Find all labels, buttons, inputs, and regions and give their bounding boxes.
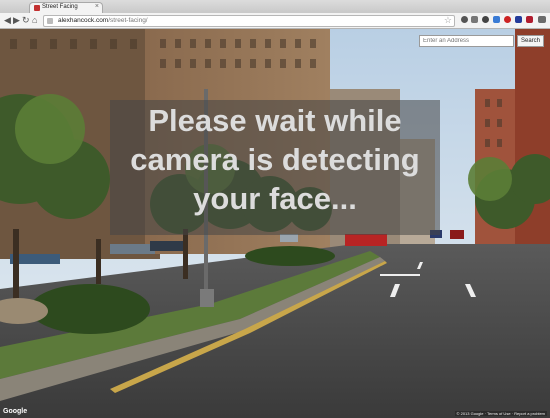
status-message-line: your face... — [193, 181, 357, 216]
page-icon — [47, 18, 53, 24]
address-bar[interactable]: alexhancock.com/street-facing/ ☆ — [43, 15, 455, 27]
bookmark-star-icon[interactable]: ☆ — [444, 15, 452, 26]
menu-icon[interactable] — [538, 16, 546, 23]
street-view-panorama[interactable]: Please wait while camera is detecting yo… — [0, 29, 550, 418]
status-message-line: camera is detecting — [130, 142, 420, 177]
google-logo: Google — [3, 408, 28, 415]
home-icon[interactable]: ⌂ — [32, 14, 37, 26]
browser-toolbar: ◀ ▶ ↻ ⌂ alexhancock.com/street-facing/ ☆ — [0, 13, 550, 29]
back-icon[interactable]: ◀ — [4, 14, 11, 26]
search-button[interactable]: Search — [517, 35, 544, 47]
status-message: Please wait while camera is detecting yo… — [110, 101, 440, 218]
map-footer[interactable]: © 2013 Google · Terms of Use · Report a … — [454, 411, 547, 416]
status-message-line: Please wait while — [148, 103, 402, 138]
url-path: /street-facing/ — [108, 17, 148, 24]
status-overlay: Please wait while camera is detecting yo… — [110, 100, 440, 235]
extension-icon[interactable] — [482, 16, 489, 23]
extension-icon[interactable] — [515, 16, 522, 23]
extension-icon[interactable] — [461, 16, 468, 23]
url-text: alexhancock.com/street-facing/ — [58, 17, 148, 24]
address-search-input[interactable] — [419, 35, 514, 47]
url-domain: alexhancock.com — [58, 17, 109, 24]
extension-icon[interactable] — [493, 16, 500, 23]
tab-title: Street Facing — [42, 4, 78, 10]
browser-tab-bar: Street Facing × — [0, 0, 550, 14]
extension-icon[interactable] — [504, 16, 511, 23]
reload-icon[interactable]: ↻ — [22, 14, 30, 26]
forward-icon[interactable]: ▶ — [13, 14, 20, 26]
site-favicon-icon — [34, 5, 40, 11]
extension-icon[interactable] — [526, 16, 533, 23]
tab-close-icon[interactable]: × — [95, 3, 99, 10]
extension-icon[interactable] — [471, 16, 478, 23]
